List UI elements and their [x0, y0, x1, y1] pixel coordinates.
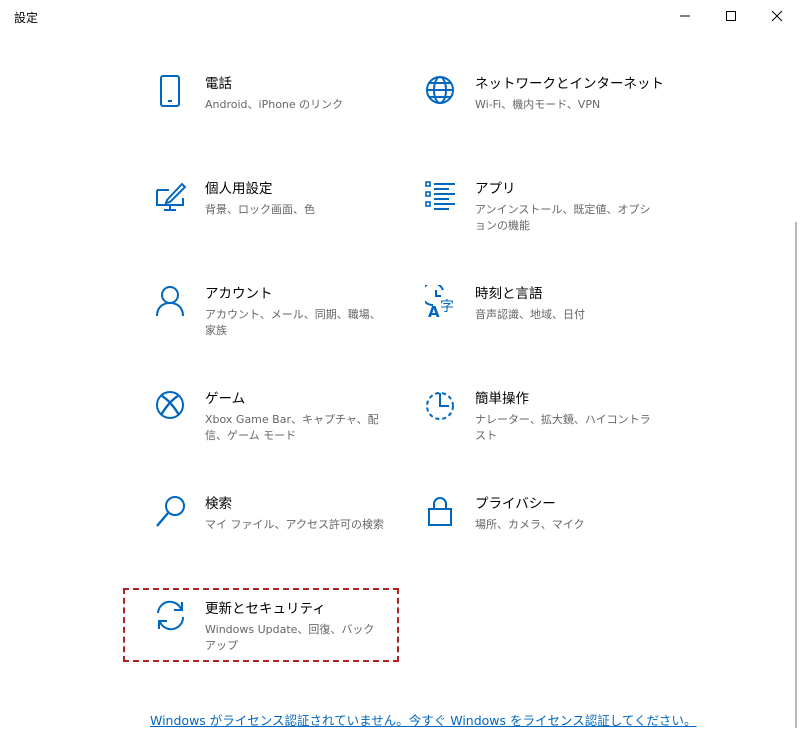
- tile-description: 背景、ロック画面、色: [205, 203, 315, 216]
- tile-ease-of-access[interactable]: 簡単操作 ナレーター、拡大鏡、ハイコントラスト: [425, 390, 675, 470]
- tile-apps[interactable]: アプリ アンインストール、既定値、オプションの機能: [425, 180, 675, 260]
- maximize-button[interactable]: [708, 0, 754, 32]
- tile-accounts[interactable]: アカウント アカウント、メール、同期、職場、家族: [155, 285, 405, 365]
- tile-description: ナレーター、拡大鏡、ハイコントラスト: [475, 413, 651, 442]
- tile-description: 音声認識、地域、日付: [475, 308, 585, 321]
- tile-name: 個人用設定: [205, 181, 273, 197]
- tile-phone[interactable]: 電話 Android、iPhone のリンク: [155, 75, 405, 155]
- tile-name: 電話: [205, 76, 232, 92]
- tile-name: 時刻と言語: [475, 286, 543, 302]
- title-bar[interactable]: 設定: [0, 0, 800, 32]
- search-icon: [155, 495, 189, 531]
- tile-description: アカウント、メール、同期、職場、家族: [205, 308, 381, 337]
- time-language-icon: A 字: [425, 285, 459, 321]
- tile-description: Android、iPhone のリンク: [205, 98, 344, 111]
- tile-network[interactable]: ネットワークとインターネット Wi-Fi、機内モード、VPN: [425, 75, 675, 155]
- minimize-button[interactable]: [662, 0, 708, 32]
- activation-link[interactable]: Windows がライセンス認証されていません。今すぐ Windows をライセ…: [150, 710, 697, 729]
- tile-gaming[interactable]: ゲーム Xbox Game Bar、キャプチャ、配信、ゲーム モード: [155, 390, 405, 470]
- ease-of-access-icon: [425, 390, 459, 426]
- tile-description: 場所、カメラ、マイク: [475, 518, 585, 531]
- personalization-icon: [155, 180, 189, 216]
- settings-window: 設定 電話 Android、iPhone のリンク ネットワークとインターネット…: [0, 0, 800, 746]
- person-icon: [155, 285, 189, 321]
- focus-highlight: [123, 588, 399, 662]
- tile-name: ネットワークとインターネット: [475, 76, 664, 92]
- apps-list-icon: [425, 180, 459, 216]
- tile-search[interactable]: 検索 マイ ファイル、アクセス許可の検索: [155, 495, 405, 575]
- svg-text:字: 字: [440, 299, 454, 315]
- tile-name: 検索: [205, 496, 232, 512]
- lock-icon: [425, 495, 459, 531]
- minimize-icon: [680, 15, 690, 17]
- tile-personalization[interactable]: 個人用設定 背景、ロック画面、色: [155, 180, 405, 260]
- tile-name: アプリ: [475, 181, 516, 197]
- scrollbar[interactable]: [795, 222, 797, 728]
- tile-description: Wi-Fi、機内モード、VPN: [475, 98, 601, 111]
- tile-name: 簡単操作: [475, 391, 529, 407]
- tile-name: ゲーム: [205, 391, 246, 407]
- close-button[interactable]: [754, 0, 800, 32]
- globe-icon: [425, 75, 459, 111]
- svg-text:A: A: [428, 303, 440, 321]
- tile-description: マイ ファイル、アクセス許可の検索: [205, 518, 384, 531]
- tile-time-language[interactable]: A 字 時刻と言語 音声認識、地域、日付: [425, 285, 675, 365]
- xbox-icon: [155, 390, 189, 426]
- tile-description: アンインストール、既定値、オプションの機能: [475, 203, 651, 232]
- close-icon: [771, 10, 783, 22]
- tile-name: プライバシー: [475, 496, 556, 512]
- maximize-icon: [726, 11, 736, 21]
- window-title: 設定: [14, 11, 39, 25]
- tile-description: Xbox Game Bar、キャプチャ、配信、ゲーム モード: [205, 413, 379, 442]
- tile-privacy[interactable]: プライバシー 場所、カメラ、マイク: [425, 495, 675, 575]
- tile-name: アカウント: [205, 286, 273, 302]
- phone-icon: [155, 75, 189, 111]
